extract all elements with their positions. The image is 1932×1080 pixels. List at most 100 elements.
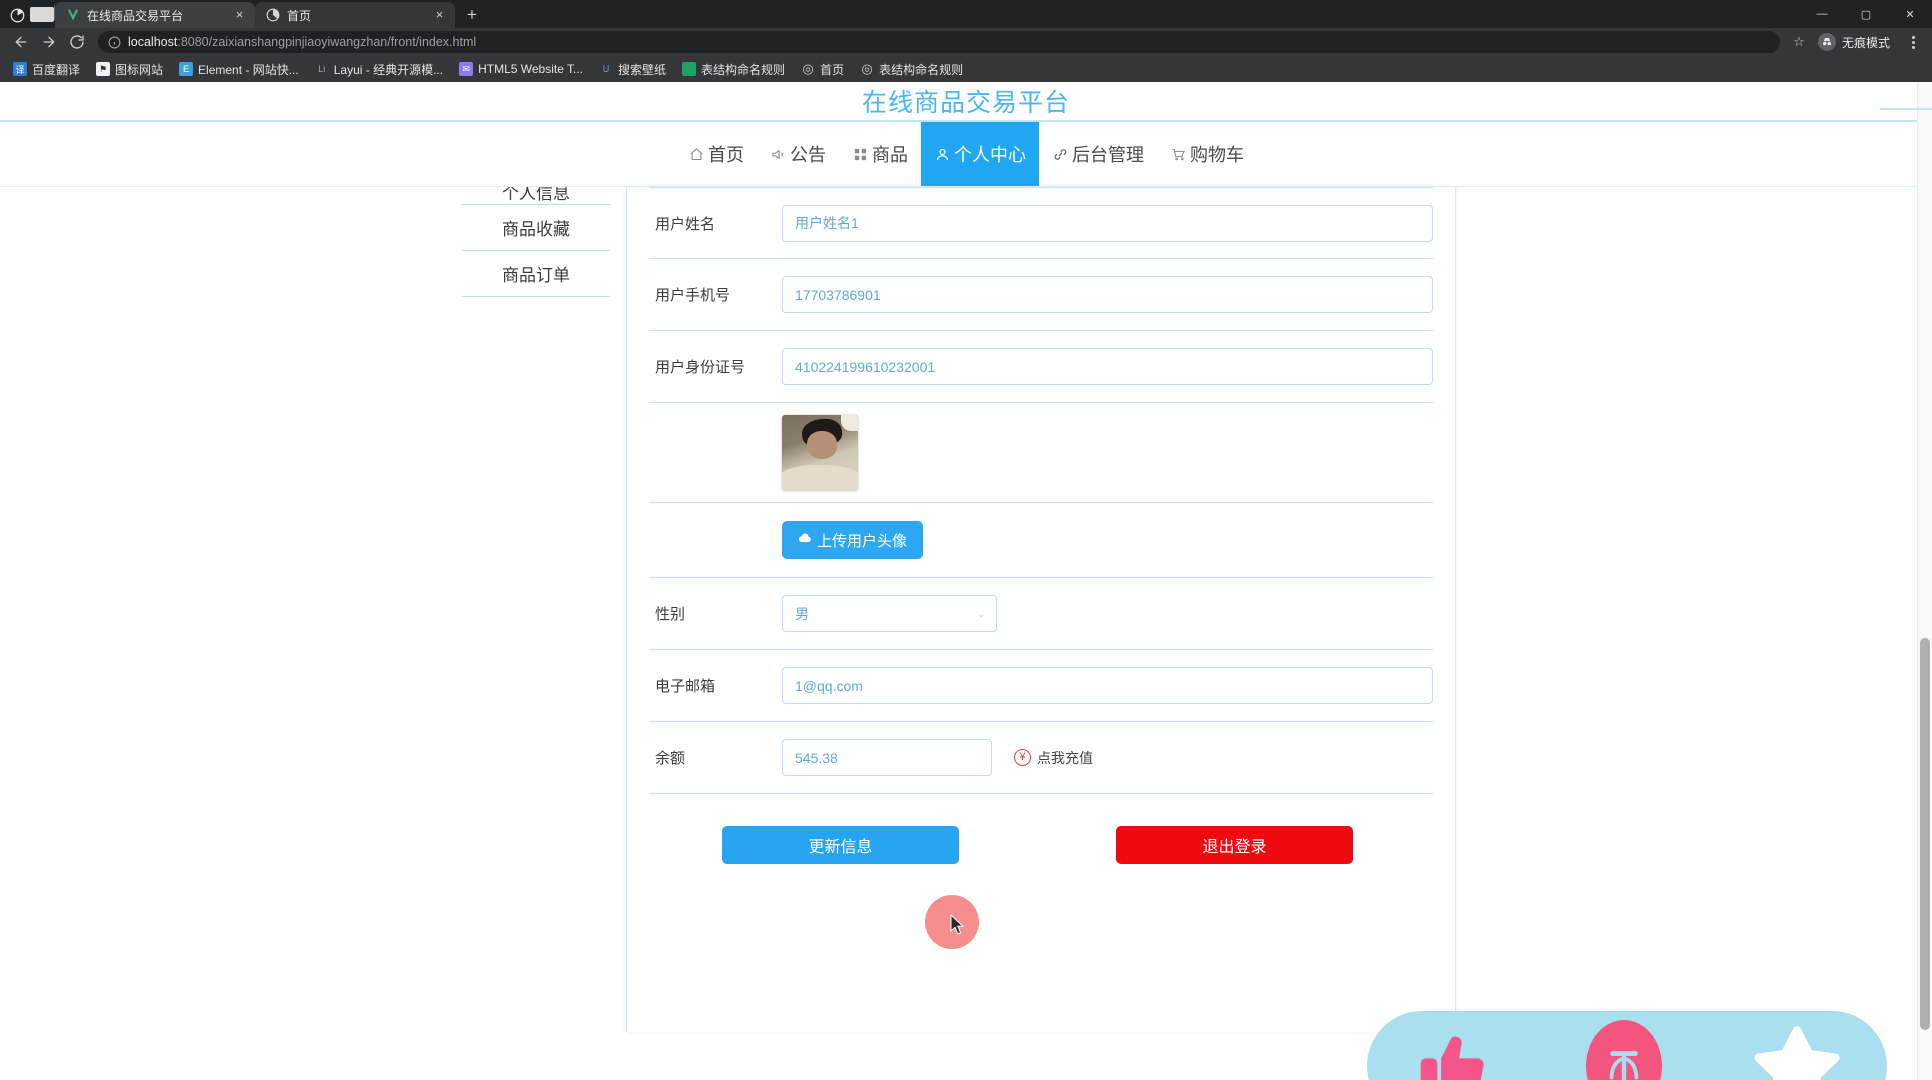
- mouse-cursor-icon: [950, 914, 965, 935]
- forward-button[interactable]: [36, 29, 62, 55]
- field-label: 用户姓名: [655, 215, 716, 233]
- tab-close-icon[interactable]: ×: [232, 8, 247, 23]
- bookmark-item[interactable]: Li Layui - 经典开源模...: [308, 59, 450, 80]
- form-row-upload: 上传用户头像: [649, 503, 1433, 578]
- nav-item-goods[interactable]: 商品: [839, 122, 921, 186]
- bookmark-favicon-icon: ◎: [802, 61, 814, 76]
- grid-icon: [852, 146, 869, 163]
- bookmark-label: 表结构命名规则: [701, 62, 786, 77]
- window-maximize-button[interactable]: ▢: [1844, 0, 1888, 28]
- browser-app-icon: [4, 2, 30, 28]
- email-input[interactable]: 1@qq.com: [782, 667, 1433, 704]
- recharge-link[interactable]: ¥ 点我充值: [1014, 748, 1093, 768]
- info-circle-icon: [108, 36, 121, 49]
- nav-item-home[interactable]: 首页: [675, 122, 757, 186]
- gender-select[interactable]: 男 ⌄: [782, 595, 997, 632]
- globe-icon: [265, 8, 280, 23]
- user-icon: [934, 146, 951, 163]
- tab-title: 首页: [287, 8, 312, 23]
- balance-input[interactable]: 545.38: [782, 739, 992, 776]
- url-path: :8080/zaixianshangpinjiaoyiwangzhan/fron…: [177, 35, 477, 49]
- bookmarks-bar: 译 百度翻译 ⚑ 图标网站 E Element - 网站快... Li Layu…: [0, 56, 1932, 82]
- bookmark-label: 搜索壁纸: [618, 62, 667, 77]
- bookmark-label: Element - 网站快...: [198, 62, 299, 77]
- username-input[interactable]: 用户姓名1: [782, 204, 1433, 242]
- yuan-icon: ¥: [1014, 749, 1031, 766]
- nav-item-cart[interactable]: 购物车: [1157, 122, 1257, 186]
- bookmark-item[interactable]: 表结构命名规则: [675, 59, 792, 80]
- browser-window: 在线商品交易平台 × 首页 × + — ▢ ✕ localhost:8080/z…: [0, 0, 1932, 1080]
- incognito-profile-chip[interactable]: 无痕模式: [1814, 31, 1898, 53]
- kebab-menu-icon[interactable]: [1902, 31, 1924, 53]
- sidebar-item-favorites[interactable]: 商品收藏: [462, 205, 610, 251]
- phone-input[interactable]: 17703786901: [782, 276, 1433, 313]
- sidebar-item-label: 个人信息: [502, 187, 570, 203]
- floating-action-widget: [1367, 1011, 1887, 1080]
- header-underline: [1880, 108, 1932, 110]
- bookmark-label: 图标网站: [115, 62, 164, 77]
- field-label: 用户手机号: [655, 287, 731, 304]
- update-info-button[interactable]: 更新信息: [722, 826, 959, 864]
- star-icon[interactable]: [1753, 1024, 1841, 1080]
- nav-item-user-center[interactable]: 个人中心: [921, 122, 1039, 186]
- idcard-input[interactable]: 410224199610232001: [782, 348, 1433, 385]
- profile-form: 用户姓名 用户姓名1 用户手机号 17703786901 用户身份证号 4102…: [627, 187, 1455, 896]
- url-host: localhost: [128, 35, 178, 49]
- bookmark-item[interactable]: ◎ 首页: [794, 59, 851, 80]
- bookmark-favicon-icon: ⚑: [96, 62, 111, 76]
- home-icon: [688, 146, 705, 163]
- form-row-avatar: [649, 403, 1433, 503]
- logout-button[interactable]: 退出登录: [1116, 826, 1353, 864]
- tab-close-icon[interactable]: ×: [432, 8, 447, 23]
- browser-tab-1[interactable]: 在线商品交易平台 ×: [55, 2, 255, 28]
- bookmark-item[interactable]: U 搜索壁纸: [592, 59, 673, 80]
- chevron-down-icon: ⌄: [976, 608, 986, 620]
- megaphone-icon: [770, 146, 787, 163]
- nav-item-admin[interactable]: 后台管理: [1039, 122, 1157, 186]
- bookmark-item[interactable]: 译 百度翻译: [6, 59, 87, 80]
- bookmark-label: Layui - 经典开源模...: [333, 62, 444, 77]
- field-label: 余额: [655, 750, 686, 767]
- reload-button[interactable]: [64, 29, 90, 55]
- page-scrollbar-track[interactable]: [1917, 82, 1932, 1080]
- window-controls: — ▢ ✕: [1800, 0, 1932, 28]
- bookmark-label: HTML5 Website T...: [478, 62, 584, 76]
- bookmark-favicon-icon: ✉: [459, 62, 474, 76]
- nav-item-label: 后台管理: [1072, 145, 1144, 165]
- bookmark-item[interactable]: ⚑ 图标网站: [89, 59, 170, 80]
- bookmark-favicon-icon: E: [179, 62, 194, 76]
- form-row-gender: 性别 男 ⌄: [649, 578, 1433, 650]
- incognito-label: 无痕模式: [1841, 35, 1890, 50]
- form-row-balance: 余额 545.38 ¥ 点我充值: [649, 722, 1433, 794]
- bookmark-star-icon[interactable]: ☆: [1788, 31, 1810, 53]
- sidebar-item-profile[interactable]: 个人信息: [462, 187, 610, 205]
- v-logo-icon: [65, 8, 80, 23]
- upload-avatar-label: 上传用户头像: [817, 532, 908, 550]
- new-tab-button[interactable]: +: [459, 2, 485, 28]
- upload-avatar-button[interactable]: 上传用户头像: [782, 521, 924, 559]
- sidebar-item-label: 商品订单: [502, 266, 570, 285]
- field-label: 用户身份证号: [655, 359, 746, 376]
- page-scrollbar-thumb[interactable]: [1920, 638, 1930, 1030]
- window-minimize-button[interactable]: —: [1800, 0, 1844, 28]
- sidebar-item-orders[interactable]: 商品订单: [462, 251, 610, 297]
- nav-item-announcement[interactable]: 公告: [757, 122, 839, 186]
- bookmark-item[interactable]: E Element - 网站快...: [172, 59, 306, 80]
- page-content: 个人信息 商品收藏 商品订单 用户姓名 用户姓名1 用户手机号 17703786…: [0, 187, 1932, 1080]
- back-button[interactable]: [8, 29, 34, 55]
- avatar-detail: [782, 464, 858, 491]
- address-bar[interactable]: localhost:8080/zaixianshangpinjiaoyiwang…: [98, 31, 1780, 53]
- window-close-button[interactable]: ✕: [1888, 0, 1932, 28]
- recharge-label: 点我充值: [1037, 749, 1093, 766]
- form-actions: 更新信息 退出登录: [649, 794, 1433, 896]
- tab-title: 在线商品交易平台: [87, 8, 184, 23]
- bookmark-item[interactable]: ◎ 表结构命名规则: [853, 59, 970, 80]
- gender-select-value: 男: [795, 605, 809, 622]
- thumbs-up-icon[interactable]: [1413, 1025, 1495, 1080]
- bookmark-item[interactable]: ✉ HTML5 Website T...: [452, 60, 590, 78]
- avatar[interactable]: [782, 414, 858, 491]
- bookmark-favicon-icon: 译: [13, 62, 27, 76]
- form-row-email: 电子邮箱 1@qq.com: [649, 650, 1433, 722]
- csdn-logo-icon[interactable]: [1585, 1020, 1662, 1080]
- browser-tab-2[interactable]: 首页 ×: [255, 2, 455, 28]
